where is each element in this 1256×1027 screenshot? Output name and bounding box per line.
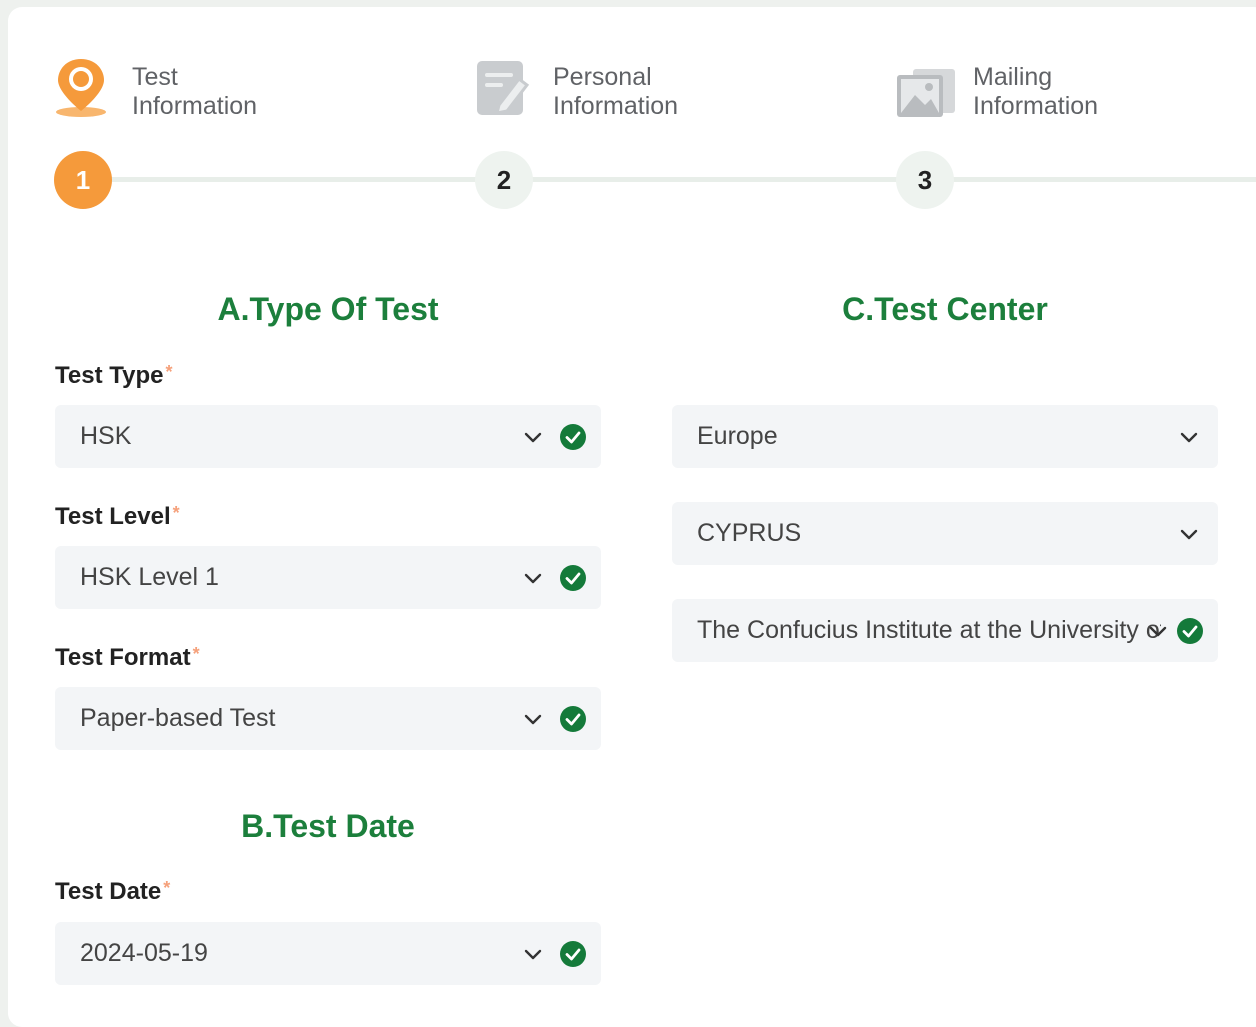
chevron-down-icon[interactable]	[522, 943, 544, 965]
test-level-select[interactable]: HSK Level 1	[55, 546, 601, 609]
edit-form-icon	[475, 55, 531, 121]
test-level-label-text: Test Level	[55, 503, 171, 530]
test-type-label: Test Type *	[55, 362, 172, 390]
location-pin-icon	[54, 55, 110, 121]
required-mark: *	[192, 644, 200, 664]
step-test-information[interactable]: Test Information	[54, 55, 257, 121]
step-1-line1: Test	[132, 63, 178, 91]
country-value: CYPRUS	[697, 519, 802, 547]
check-circle-icon	[560, 423, 586, 450]
test-format-select[interactable]: Paper-based Test	[55, 687, 601, 750]
test-type-label-text: Test Type	[55, 362, 164, 389]
step-3-line1: Mailing	[973, 63, 1053, 91]
test-level-label: Test Level *	[55, 503, 180, 531]
test-format-label-text: Test Format	[55, 644, 191, 671]
test-level-value: HSK Level 1	[80, 563, 219, 591]
chevron-down-icon[interactable]	[1178, 523, 1200, 545]
test-date-value: 2024-05-19	[80, 939, 208, 967]
step-2-number[interactable]: 2	[475, 151, 533, 209]
test-type-value: HSK	[80, 422, 132, 450]
step-3-line2: Information	[973, 92, 1099, 120]
test-date-label-text: Test Date	[55, 878, 162, 905]
step-mailing-information[interactable]: Mailing Information	[895, 55, 1098, 121]
check-circle-icon	[560, 705, 586, 732]
region-value: Europe	[697, 422, 778, 450]
check-circle-icon	[1177, 617, 1203, 644]
test-date-select[interactable]: 2024-05-19	[55, 922, 601, 985]
chevron-down-icon[interactable]	[1147, 620, 1169, 642]
check-circle-icon	[560, 940, 586, 967]
country-select[interactable]: CYPRUS	[672, 502, 1218, 565]
image-mail-icon	[895, 55, 955, 121]
step-personal-information[interactable]: Personal Information	[475, 55, 678, 121]
step-3-number[interactable]: 3	[896, 151, 954, 209]
test-date-label: Test Date *	[55, 878, 170, 906]
required-mark: *	[165, 362, 173, 382]
section-c-title: C.Test Center	[842, 291, 1048, 327]
section-b-title: B.Test Date	[241, 808, 415, 844]
required-mark: *	[163, 878, 171, 898]
stepper-track	[110, 177, 1256, 182]
section-a-title: A.Type Of Test	[217, 291, 439, 327]
step-1-line2: Information	[132, 92, 258, 120]
chevron-down-icon[interactable]	[522, 567, 544, 589]
test-center-select[interactable]: The Confucius Institute at the Universit…	[672, 599, 1218, 662]
test-format-value: Paper-based Test	[80, 704, 276, 732]
chevron-down-icon[interactable]	[522, 426, 544, 448]
region-select[interactable]: Europe	[672, 405, 1218, 468]
step-2-line2: Information	[553, 92, 679, 120]
test-type-select[interactable]: HSK	[55, 405, 601, 468]
chevron-down-icon[interactable]	[522, 708, 544, 730]
step-2-line1: Personal	[553, 63, 652, 91]
test-center-value: The Confucius Institute at the Universit…	[697, 616, 1161, 644]
check-circle-icon	[560, 564, 586, 591]
chevron-down-icon[interactable]	[1178, 426, 1200, 448]
test-format-label: Test Format *	[55, 644, 200, 672]
required-mark: *	[172, 503, 180, 523]
step-1-number[interactable]: 1	[54, 151, 112, 209]
